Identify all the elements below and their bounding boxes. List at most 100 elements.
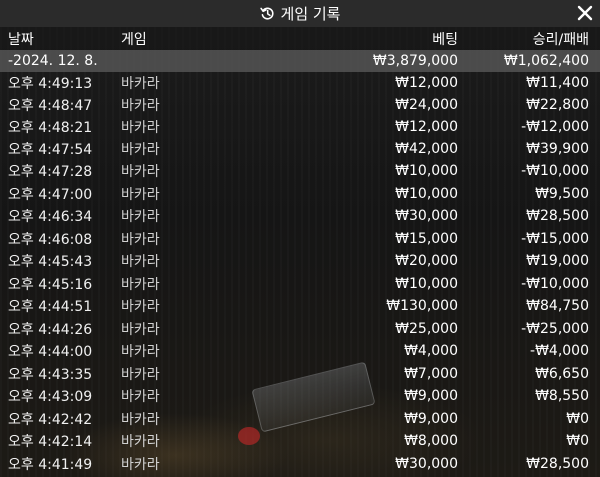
row-result: ₩19,000	[526, 253, 589, 269]
row-time: 오후 4:42:14	[8, 434, 93, 450]
row-bet: ₩9,000	[404, 411, 458, 427]
row-time: 오후 4:45:43	[8, 254, 93, 270]
row-time: 오후 4:48:21	[8, 120, 93, 136]
history-row[interactable]: 오후 4:43:09 바카라 ₩9,000 ₩8,550	[0, 385, 600, 407]
row-result: ₩39,900	[526, 141, 589, 157]
row-bet: ₩42,000	[395, 141, 458, 157]
row-game: 바카라	[121, 457, 160, 473]
row-bet: ₩15,000	[395, 231, 458, 247]
summary-bet-total: ₩3,879,000	[372, 53, 458, 69]
row-time: 오후 4:41:49	[8, 457, 93, 473]
row-game: 바카라	[121, 254, 160, 270]
row-time: 오후 4:43:35	[8, 367, 93, 383]
row-bet: ₩30,000	[395, 456, 458, 472]
row-bet: ₩7,000	[404, 366, 458, 382]
window-title: 게임 기록	[0, 0, 600, 27]
row-game: 바카라	[121, 120, 160, 136]
row-result: -₩12,000	[521, 119, 589, 135]
row-time: 오후 4:44:26	[8, 322, 93, 338]
row-result: ₩0	[566, 411, 589, 427]
history-row[interactable]: 오후 4:49:13 바카라 ₩12,000 ₩11,400	[0, 72, 600, 94]
history-row[interactable]: 오후 4:46:34 바카라 ₩30,000 ₩28,500	[0, 205, 600, 227]
close-button[interactable]	[575, 3, 595, 23]
row-time: 오후 4:45:16	[8, 277, 93, 293]
row-game: 바카라	[121, 344, 160, 360]
row-result: ₩11,400	[526, 75, 589, 91]
row-time: 오후 4:46:08	[8, 232, 93, 248]
row-result: -₩4,000	[530, 343, 589, 359]
date-summary-row[interactable]: -2024. 12. 8. ₩3,879,000 ₩1,062,400	[0, 50, 600, 72]
row-game: 바카라	[121, 434, 160, 450]
row-result: -₩10,000	[521, 276, 589, 292]
history-row[interactable]: 오후 4:44:51 바카라 ₩130,000 ₩84,750	[0, 295, 600, 317]
row-result: ₩28,500	[526, 208, 589, 224]
history-row[interactable]: 오후 4:42:14 바카라 ₩8,000 ₩0	[0, 430, 600, 452]
row-result: ₩8,550	[535, 388, 589, 404]
history-row[interactable]: 오후 4:47:54 바카라 ₩42,000 ₩39,900	[0, 138, 600, 160]
row-game: 바카라	[121, 277, 160, 293]
row-time: 오후 4:44:51	[8, 299, 93, 315]
row-bet: ₩24,000	[395, 97, 458, 113]
row-result: ₩0	[566, 433, 589, 449]
history-row[interactable]: 오후 4:48:21 바카라 ₩12,000 -₩12,000	[0, 116, 600, 138]
row-game: 바카라	[121, 232, 160, 248]
row-game: 바카라	[121, 98, 160, 114]
row-time: 오후 4:49:13	[8, 76, 93, 92]
row-bet: ₩10,000	[395, 163, 458, 179]
history-row[interactable]: 오후 4:45:43 바카라 ₩20,000 ₩19,000	[0, 250, 600, 272]
row-result: -₩15,000	[521, 231, 589, 247]
row-bet: ₩4,000	[404, 343, 458, 359]
row-game: 바카라	[121, 187, 160, 203]
row-game: 바카라	[121, 76, 160, 92]
row-game: 바카라	[121, 164, 160, 180]
history-row[interactable]: 오후 4:47:28 바카라 ₩10,000 -₩10,000	[0, 160, 600, 182]
summary-result-total: ₩1,062,400	[503, 53, 589, 69]
row-result: ₩28,500	[526, 456, 589, 472]
row-game: 바카라	[121, 209, 160, 225]
history-row[interactable]: 오후 4:41:49 바카라 ₩30,000 ₩28,500	[0, 453, 600, 475]
row-time: 오후 4:47:00	[8, 187, 93, 203]
row-game: 바카라	[121, 367, 160, 383]
row-result: -₩10,000	[521, 163, 589, 179]
table-header: 날짜 게임 베팅 승리/패배	[0, 27, 600, 50]
row-result: ₩6,650	[535, 366, 589, 382]
row-result: ₩22,800	[526, 97, 589, 113]
row-bet: ₩10,000	[395, 276, 458, 292]
history-row[interactable]: 오후 4:44:00 바카라 ₩4,000 -₩4,000	[0, 340, 600, 362]
row-time: 오후 4:46:34	[8, 209, 93, 225]
close-icon	[577, 5, 593, 21]
window-title-text: 게임 기록	[280, 5, 341, 23]
row-game: 바카라	[121, 299, 160, 315]
history-row[interactable]: 오후 4:44:26 바카라 ₩25,000 -₩25,000	[0, 318, 600, 340]
column-header-bet: 베팅	[432, 31, 458, 48]
history-icon	[259, 7, 274, 20]
row-time: 오후 4:47:28	[8, 164, 93, 180]
row-bet: ₩25,000	[395, 321, 458, 337]
row-game: 바카라	[121, 142, 160, 158]
history-row[interactable]: 오후 4:45:16 바카라 ₩10,000 -₩10,000	[0, 273, 600, 295]
row-time: 오후 4:47:54	[8, 142, 93, 158]
column-header-date: 날짜	[8, 31, 34, 48]
row-bet: ₩20,000	[395, 253, 458, 269]
row-time: 오후 4:48:47	[8, 98, 93, 114]
row-bet: ₩8,000	[404, 433, 458, 449]
row-game: 바카라	[121, 322, 160, 338]
history-row[interactable]: 오후 4:48:47 바카라 ₩24,000 ₩22,800	[0, 94, 600, 116]
row-bet: ₩9,000	[404, 388, 458, 404]
row-bet: ₩10,000	[395, 186, 458, 202]
row-result: -₩25,000	[521, 321, 589, 337]
column-header-result: 승리/패배	[532, 31, 589, 48]
row-result: ₩9,500	[535, 186, 589, 202]
history-row[interactable]: 오후 4:42:42 바카라 ₩9,000 ₩0	[0, 408, 600, 430]
history-row[interactable]: 오후 4:43:35 바카라 ₩7,000 ₩6,650	[0, 363, 600, 385]
row-bet: ₩12,000	[395, 119, 458, 135]
column-header-game: 게임	[121, 31, 147, 48]
row-bet: ₩12,000	[395, 75, 458, 91]
row-game: 바카라	[121, 412, 160, 428]
history-row[interactable]: 오후 4:47:00 바카라 ₩10,000 ₩9,500	[0, 183, 600, 205]
row-result: ₩84,750	[526, 298, 589, 314]
history-row[interactable]: 오후 4:46:08 바카라 ₩15,000 -₩15,000	[0, 228, 600, 250]
row-time: 오후 4:42:42	[8, 412, 93, 428]
row-bet: ₩30,000	[395, 208, 458, 224]
row-game: 바카라	[121, 389, 160, 405]
